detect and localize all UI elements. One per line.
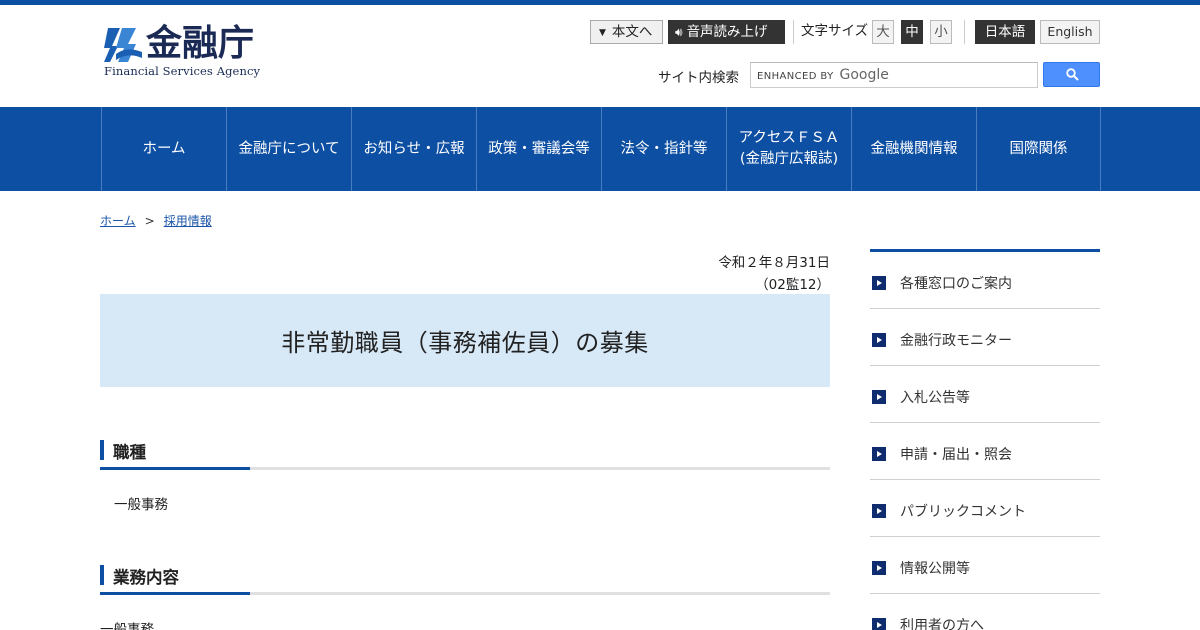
search-placeholder-prefix: ENHANCED BY	[757, 71, 834, 82]
section-heading: 職種	[100, 436, 830, 470]
sidebar-item-label: 入札公告等	[900, 390, 970, 406]
sidebar-item-label: 申請・届出・照会	[900, 447, 1012, 463]
search-icon	[1066, 68, 1079, 81]
breadcrumb-separator: >	[144, 214, 155, 228]
sidebar-item-label: パブリックコメント	[900, 504, 1026, 520]
fsa-logo-mark-icon	[104, 28, 142, 62]
heading-bar	[100, 565, 104, 585]
arrow-right-icon	[872, 390, 886, 404]
site-logo[interactable]: 金融庁 Financial Services Agency	[102, 24, 262, 80]
breadcrumb-home-link[interactable]: ホーム	[100, 214, 136, 228]
nav-item-laws[interactable]: 法令・指針等	[601, 107, 726, 191]
skip-to-content-button[interactable]: ▼ 本文へ	[590, 20, 663, 44]
document-date: 令和２年８月31日	[718, 255, 830, 271]
language-english-button[interactable]: English	[1040, 20, 1100, 44]
sidebar-item-label: 金融行政モニター	[900, 333, 1012, 349]
sidebar-item-disclosure[interactable]: 情報公開等	[870, 537, 1100, 594]
arrow-right-icon	[872, 618, 886, 630]
nav-item-news[interactable]: お知らせ・広報	[351, 107, 476, 191]
language-japanese-button[interactable]: 日本語	[975, 20, 1035, 44]
heading-bar	[100, 440, 104, 460]
site-search-label: サイト内検索	[658, 70, 739, 86]
font-size-small-button[interactable]: 小	[930, 20, 952, 44]
nav-item-international[interactable]: 国際関係	[976, 107, 1101, 191]
font-size-large-button[interactable]: 大	[872, 20, 894, 44]
sidebar-item-contact[interactable]: 各種窓口のご案内	[870, 252, 1100, 309]
sidebar-item-label: 各種窓口のご案内	[900, 276, 1012, 292]
heading-underline-accent	[100, 467, 250, 470]
speaker-icon: 🔊︎	[675, 25, 683, 39]
section-heading: 業務内容	[100, 561, 830, 595]
sidebar-item-label: 利用者の方へ	[900, 618, 984, 630]
divider	[793, 20, 794, 44]
page-title: 非常勤職員（事務補佐員）の募集	[281, 329, 649, 357]
arrow-right-icon	[872, 504, 886, 518]
top-accent-bar	[0, 0, 1200, 5]
breadcrumb: ホーム > 採用情報	[100, 212, 212, 229]
sidebar-item-label: 情報公開等	[900, 561, 970, 577]
voice-readout-button[interactable]: 🔊︎ 音声読み上げ	[668, 20, 785, 44]
triangle-down-icon: ▼	[599, 28, 606, 38]
heading-underline-accent	[100, 592, 250, 595]
logo-text: 金融庁	[146, 23, 255, 64]
search-placeholder-brand: Google	[839, 67, 889, 83]
nav-item-access-fsa[interactable]: アクセスＦＳＡ (金融庁広報誌)	[726, 107, 851, 191]
nav-item-policy[interactable]: 政策・審議会等	[476, 107, 601, 191]
search-button[interactable]	[1043, 62, 1100, 87]
sidebar-item-applications[interactable]: 申請・届出・照会	[870, 423, 1100, 480]
nav-item-home[interactable]: ホーム	[101, 107, 226, 191]
arrow-right-icon	[872, 333, 886, 347]
logo-subtext: Financial Services Agency	[104, 64, 261, 78]
divider	[964, 20, 965, 44]
arrow-right-icon	[872, 276, 886, 290]
sidebar-item-monitor[interactable]: 金融行政モニター	[870, 309, 1100, 366]
nav-item-about[interactable]: 金融庁について	[226, 107, 351, 191]
document-date-block: 令和２年８月31日 （02監12）	[718, 252, 830, 296]
sidebar-item-bidding[interactable]: 入札公告等	[870, 366, 1100, 423]
arrow-right-icon	[872, 447, 886, 461]
arrow-right-icon	[872, 561, 886, 575]
section-body-text: 一般事務	[100, 622, 154, 630]
skip-to-content-label: 本文へ	[611, 24, 653, 40]
font-size-medium-button[interactable]: 中	[901, 20, 923, 44]
section-heading-text: 職種	[113, 443, 146, 462]
breadcrumb-current-link[interactable]: 採用情報	[164, 214, 212, 228]
section-heading-text: 業務内容	[113, 568, 179, 587]
site-search-input[interactable]: ENHANCED BY Google	[750, 62, 1038, 88]
document-number: （02監12）	[755, 277, 830, 293]
section-body-text: 一般事務	[114, 497, 168, 513]
global-navigation: ホーム 金融庁について お知らせ・広報 政策・審議会等 法令・指針等 アクセスＦ…	[0, 107, 1200, 191]
sidebar-item-public-comment[interactable]: パブリックコメント	[870, 480, 1100, 537]
page-title-box: 非常勤職員（事務補佐員）の募集	[100, 294, 830, 387]
sidebar-item-users[interactable]: 利用者の方へ	[870, 594, 1100, 630]
font-size-label: 文字サイズ	[801, 23, 869, 39]
nav-item-institutions[interactable]: 金融機関情報	[851, 107, 976, 191]
voice-readout-label: 音声読み上げ	[686, 24, 768, 40]
